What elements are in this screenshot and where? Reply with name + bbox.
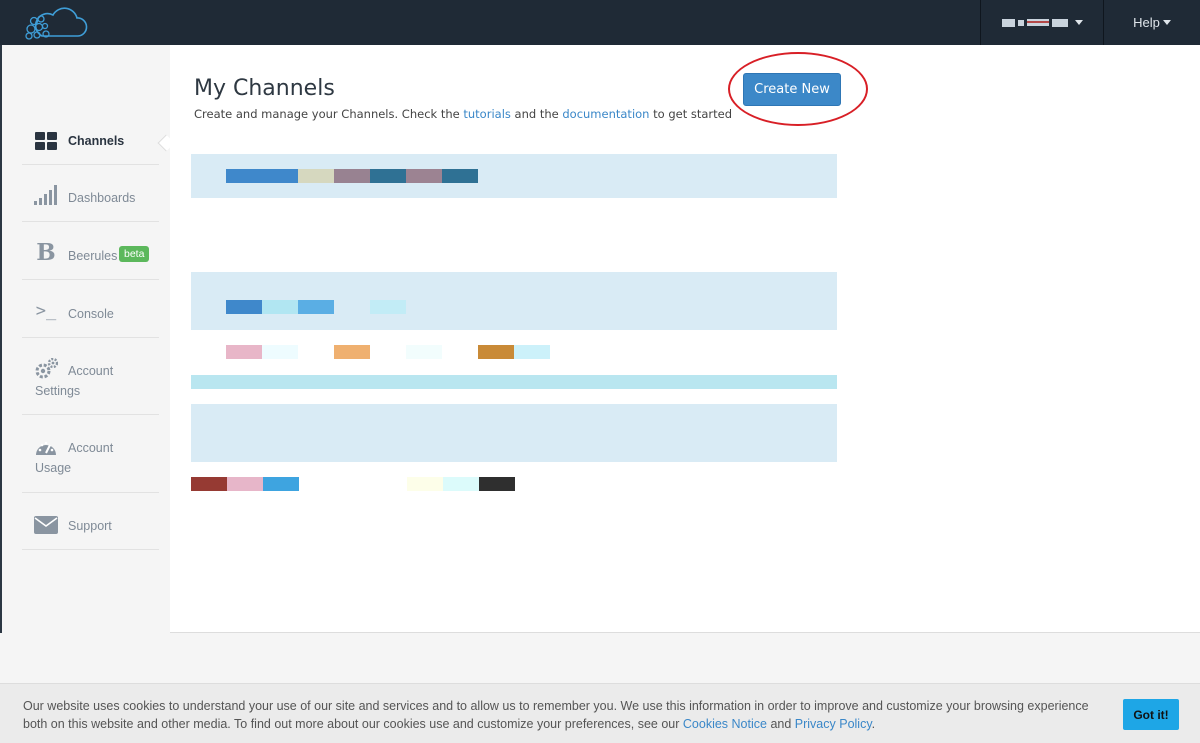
beta-badge: beta (119, 246, 150, 262)
sidebar-item-console[interactable]: >_ Console (22, 280, 159, 338)
page-subtitle: Create and manage your Channels. Check t… (194, 107, 733, 121)
sidebar-item-label: Beerules (68, 249, 118, 263)
help-dropdown[interactable]: Help (1103, 0, 1200, 45)
gauge-icon (34, 436, 58, 460)
top-right-menu: Help (980, 0, 1200, 45)
cookies-notice-link[interactable]: Cookies Notice (683, 717, 767, 731)
terminal-icon: >_ (35, 301, 57, 321)
help-label: Help (1133, 15, 1160, 30)
sidebar-item-dashboards[interactable]: Dashboards (22, 165, 159, 222)
language-dropdown[interactable] (980, 0, 1103, 45)
sidebar-item-label: Dashboards (68, 191, 136, 205)
signal-bars-icon (34, 183, 58, 207)
sidebar-item-label: Channels (68, 134, 125, 148)
envelope-icon (34, 513, 58, 537)
sidebar-item-label: Support (68, 519, 112, 533)
page-title: My Channels (194, 76, 335, 101)
cookie-text: Our website uses cookies to understand y… (23, 699, 1089, 731)
sidebar-item-label: Usage (35, 461, 72, 475)
table-row[interactable] (191, 477, 515, 491)
bold-b-icon: B (36, 238, 56, 266)
chevron-down-icon (1074, 20, 1083, 25)
flag-icon (1001, 18, 1068, 27)
table-row[interactable] (226, 169, 478, 183)
sidebar-item-account-settings[interactable]: Account Settings (22, 338, 159, 415)
sidebar-item-channels[interactable]: Channels (22, 120, 159, 165)
sidebar-item-support[interactable]: Support (22, 493, 159, 550)
table-row-cells (226, 300, 406, 314)
top-navbar: Help (0, 0, 1200, 45)
chevron-down-icon (1162, 20, 1171, 25)
sidebar-item-label: Settings (35, 384, 81, 398)
privacy-policy-link[interactable]: Privacy Policy (795, 717, 872, 731)
got-it-button[interactable]: Got it! (1123, 699, 1179, 730)
sidebar-item-account-usage[interactable]: Account Usage (22, 415, 159, 493)
cloud-bees-logo-icon[interactable] (22, 6, 88, 40)
sidebar-item-label: Account (68, 441, 114, 455)
table-row[interactable] (191, 404, 837, 462)
gears-icon (34, 357, 58, 381)
create-new-button[interactable]: Create New (743, 73, 841, 106)
cookie-banner: Our website uses cookies to understand y… (0, 683, 1200, 743)
sidebar: Channels Dashboards B Beerules beta >_ C… (0, 45, 170, 633)
tutorials-link[interactable]: tutorials (463, 107, 511, 121)
main-panel: My Channels Create and manage your Chann… (170, 45, 1200, 633)
documentation-link[interactable]: documentation (562, 107, 649, 121)
sidebar-item-beerules[interactable]: B Beerules beta (22, 222, 159, 280)
table-row[interactable] (226, 345, 550, 359)
table-row[interactable] (191, 375, 837, 389)
sidebar-item-label: Account (68, 364, 114, 378)
sidebar-item-label: Console (68, 307, 114, 321)
grid-icon (34, 129, 58, 153)
